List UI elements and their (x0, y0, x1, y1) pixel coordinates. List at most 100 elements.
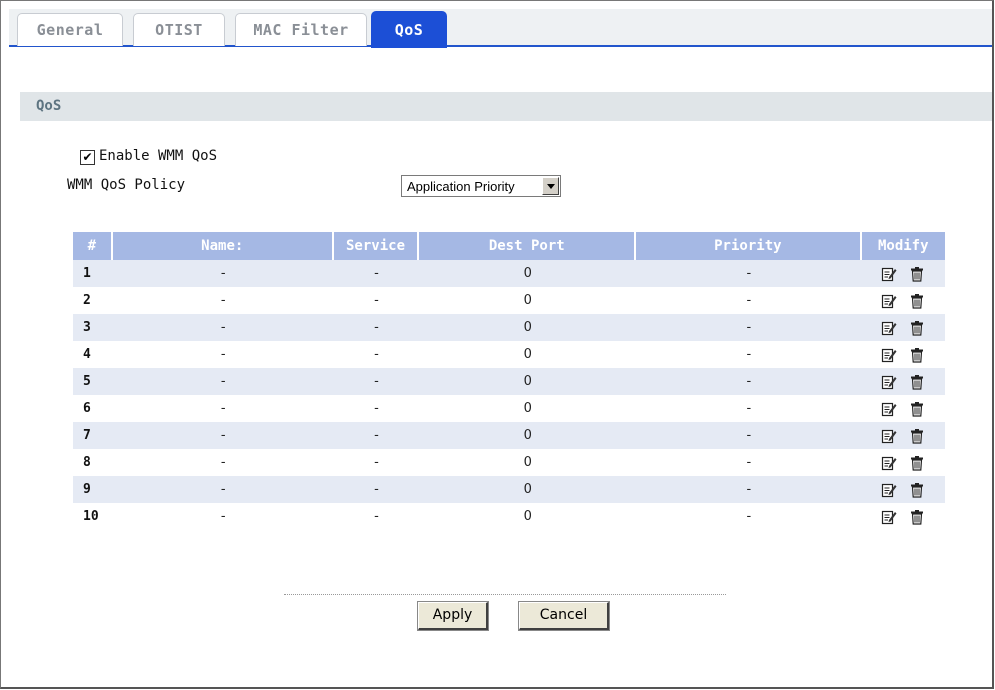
delete-icon[interactable] (909, 293, 925, 309)
edit-icon[interactable] (881, 266, 897, 282)
edit-icon[interactable] (881, 428, 897, 444)
enable-wmm-label: Enable WMM QoS (99, 148, 218, 164)
row-dest-port: 0 (419, 260, 637, 287)
table-row: 1--0- (73, 260, 945, 287)
section-title: QoS (36, 98, 62, 114)
row-number: 2 (83, 293, 91, 308)
row-service: - (374, 347, 379, 362)
row-modify (861, 476, 945, 503)
row-number: 10 (83, 509, 99, 524)
row-service: - (374, 455, 379, 470)
delete-icon[interactable] (909, 509, 925, 525)
section-header: QoS (20, 92, 992, 121)
row-priority: - (636, 260, 862, 287)
row-modify (862, 449, 945, 476)
delete-icon[interactable] (909, 482, 925, 498)
row-dest-port: 0 (419, 476, 637, 503)
delete-icon[interactable] (909, 428, 925, 444)
row-name: - (220, 401, 226, 416)
row-number: 1 (73, 260, 113, 287)
edit-icon[interactable] (881, 482, 897, 498)
table-row: 5--0- (73, 368, 945, 395)
delete-icon[interactable] (909, 320, 925, 336)
row-modify (862, 341, 945, 368)
row-priority: - (746, 401, 752, 416)
wmm-policy-select[interactable]: Application Priority (401, 175, 561, 197)
row-name: - (220, 347, 226, 362)
row-modify (862, 395, 945, 422)
row-service: - (333, 314, 420, 341)
table-row: 10 - - 0 - (73, 503, 945, 530)
apply-button[interactable]: Apply (417, 601, 489, 631)
col-header-name: Name: (112, 232, 334, 260)
delete-icon[interactable] (909, 266, 925, 282)
divider (284, 594, 726, 595)
edit-icon[interactable] (881, 293, 897, 309)
row-modify (861, 314, 945, 341)
edit-icon[interactable] (881, 347, 897, 363)
col-header-service: Service (333, 232, 420, 260)
table-row: 9--0- (73, 476, 945, 503)
edit-icon[interactable] (881, 374, 897, 390)
tab-otist[interactable]: OTIST (133, 13, 225, 46)
edit-icon[interactable] (881, 401, 897, 417)
wmm-policy-value: Application Priority (407, 179, 515, 194)
row-priority: - (746, 455, 752, 470)
row-dest-port: 0 (419, 422, 637, 449)
tab-bar: General OTIST MAC Filter QoS (9, 9, 992, 48)
row-dest-port: 0 (523, 455, 532, 470)
table-row: 4 - - 0 - (73, 341, 945, 368)
row-dest-port: 0 (419, 314, 637, 341)
row-name: - (220, 509, 226, 524)
edit-icon[interactable] (881, 320, 897, 336)
delete-icon[interactable] (909, 455, 925, 471)
col-header-dest-port: Dest Port (419, 232, 637, 260)
row-number: 3 (73, 314, 113, 341)
row-modify (861, 368, 945, 395)
chevron-down-icon[interactable] (542, 177, 559, 195)
delete-icon[interactable] (909, 347, 925, 363)
table-row: 7--0- (73, 422, 945, 449)
row-dest-port: 0 (523, 293, 532, 308)
row-name: - (112, 260, 334, 287)
delete-icon[interactable] (909, 374, 925, 390)
row-number: 9 (73, 476, 113, 503)
col-header-modify: Modify (861, 232, 945, 260)
enable-wmm-checkbox[interactable]: ✔ (80, 150, 95, 165)
row-service: - (333, 422, 420, 449)
row-priority: - (636, 422, 862, 449)
tab-qos[interactable]: QoS (371, 11, 447, 48)
row-name: - (112, 368, 334, 395)
table-header-row: # Name: Service Dest Port Priority Modif… (73, 232, 945, 260)
col-header-number: # (73, 232, 113, 260)
row-priority: - (746, 509, 752, 524)
row-name: - (112, 314, 334, 341)
tab-mac-filter[interactable]: MAC Filter (235, 13, 367, 46)
row-name: - (112, 476, 334, 503)
cancel-button[interactable]: Cancel (518, 601, 610, 631)
row-name: - (220, 293, 226, 308)
qos-rules-table: # Name: Service Dest Port Priority Modif… (73, 232, 945, 530)
row-number: 5 (73, 368, 113, 395)
row-service: - (374, 401, 379, 416)
delete-icon[interactable] (909, 401, 925, 417)
row-priority: - (746, 347, 752, 362)
tab-general[interactable]: General (17, 13, 123, 46)
table-row: 8 - - 0 - (73, 449, 945, 476)
col-header-priority: Priority (636, 232, 862, 260)
row-number: 6 (83, 401, 91, 416)
row-number: 8 (83, 455, 91, 470)
row-service: - (333, 260, 420, 287)
edit-icon[interactable] (881, 509, 897, 525)
window-frame: General OTIST MAC Filter QoS QoS ✔ Enabl… (0, 0, 994, 689)
row-name: - (220, 455, 226, 470)
row-priority: - (746, 293, 752, 308)
row-modify (861, 260, 945, 287)
edit-icon[interactable] (881, 455, 897, 471)
row-name: - (112, 422, 334, 449)
table-row: 2 - - 0 - (73, 287, 945, 314)
row-priority: - (636, 368, 862, 395)
row-priority: - (636, 476, 862, 503)
row-modify (861, 422, 945, 449)
row-service: - (333, 368, 420, 395)
